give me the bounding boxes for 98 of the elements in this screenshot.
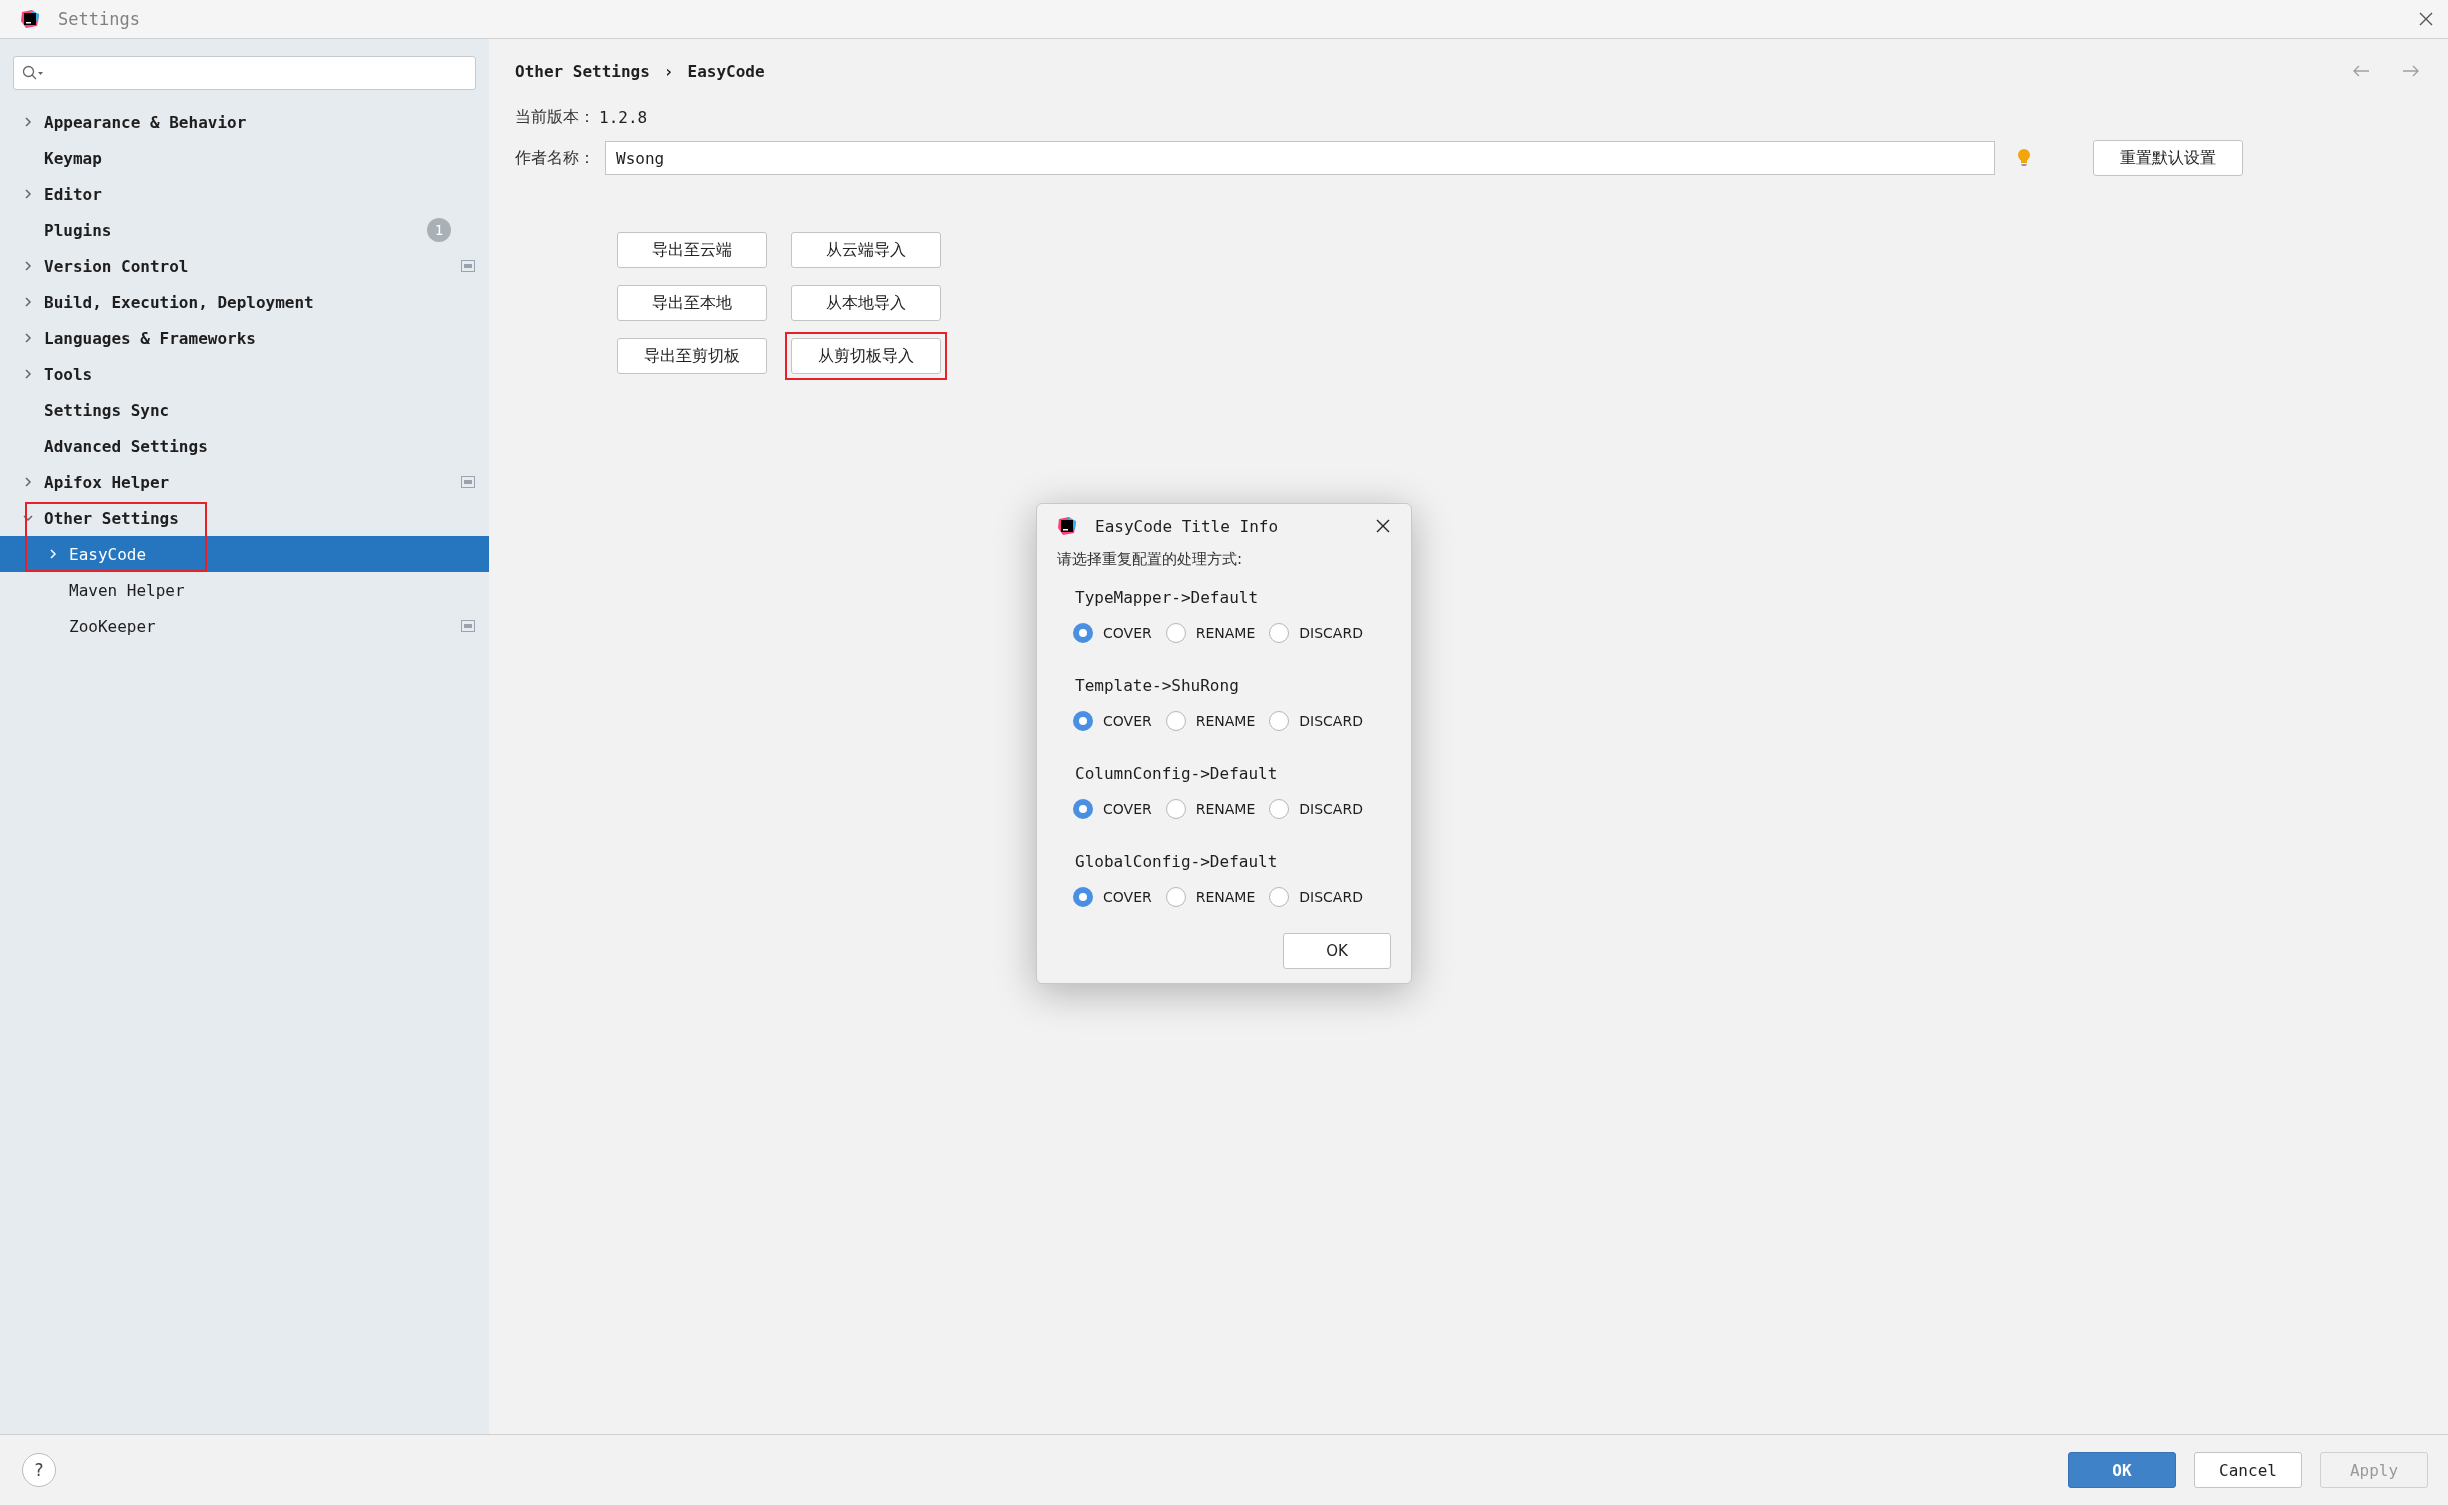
sidebar-item-label: Appearance & Behavior — [44, 112, 247, 132]
chevron-right-icon[interactable] — [22, 368, 34, 380]
update-count-badge: 1 — [427, 218, 451, 242]
search-icon — [22, 65, 44, 81]
radio-button[interactable] — [1073, 799, 1093, 819]
radio-button[interactable] — [1073, 711, 1093, 731]
sidebar-item-label: Editor — [44, 184, 102, 204]
sidebar-item-label: Tools — [44, 364, 93, 384]
radio-option[interactable]: RENAME — [1165, 799, 1256, 819]
action-button[interactable]: 从本地导入 — [791, 285, 941, 321]
breadcrumb-item: EasyCode — [687, 61, 765, 81]
window-title: Settings — [58, 9, 140, 29]
dialog-prompt: 请选择重复配置的处理方式: — [1057, 550, 1244, 569]
sidebar-item[interactable]: Maven Helper — [0, 572, 489, 608]
forward-arrow-icon[interactable] — [2402, 64, 2420, 78]
version-value: 1.2.8 — [599, 108, 648, 127]
sidebar-item-label: Advanced Settings — [44, 436, 208, 456]
radio-option[interactable]: COVER — [1073, 623, 1152, 643]
ok-button[interactable]: OK — [1283, 933, 1391, 969]
radio-button[interactable] — [1269, 799, 1290, 819]
sidebar-item[interactable]: Apifox Helper — [0, 464, 489, 500]
app-logo-icon — [1057, 516, 1077, 536]
help-button[interactable]: ? — [22, 1453, 56, 1487]
sidebar-item[interactable]: Version Control — [0, 248, 489, 284]
chevron-right-icon[interactable] — [22, 332, 34, 344]
breadcrumb-item: Other Settings — [515, 61, 650, 81]
radio-option[interactable]: DISCARD — [1269, 887, 1363, 907]
app-logo-icon — [20, 9, 40, 29]
chevron-right-icon[interactable] — [22, 476, 34, 488]
radio-button[interactable] — [1165, 623, 1186, 643]
sidebar-item[interactable]: Editor — [0, 176, 489, 212]
footer-button[interactable]: OK — [2068, 1452, 2176, 1488]
close-icon[interactable] — [2418, 11, 2434, 27]
sidebar-item-label: Languages & Frameworks — [44, 328, 256, 348]
chevron-right-icon[interactable] — [47, 548, 59, 560]
sidebar-item[interactable]: Tools — [0, 356, 489, 392]
sidebar-item-label: Other Settings — [44, 508, 179, 528]
sidebar-item-label: Settings Sync — [44, 400, 170, 420]
chevron-right-icon[interactable] — [22, 188, 34, 200]
sidebar-item[interactable]: Build, Execution, Deployment — [0, 284, 489, 320]
sidebar-item[interactable]: EasyCode — [0, 536, 489, 572]
radio-option[interactable]: DISCARD — [1269, 711, 1363, 731]
radio-button[interactable] — [1269, 711, 1290, 731]
dialog-title: EasyCode Title Info — [1095, 516, 1279, 536]
radio-option[interactable]: DISCARD — [1269, 799, 1363, 819]
sidebar-item-label: EasyCode — [69, 544, 147, 564]
breadcrumb-separator: › — [663, 61, 674, 81]
reset-defaults-button[interactable]: 重置默认设置 — [2093, 140, 2243, 176]
action-button[interactable]: 导出至剪切板 — [617, 338, 767, 374]
config-name: ColumnConfig->Default — [1075, 762, 1279, 785]
footer-button[interactable]: Cancel — [2194, 1452, 2302, 1488]
sidebar-item[interactable]: Appearance & Behavior — [0, 104, 489, 140]
radio-option[interactable]: COVER — [1073, 887, 1152, 907]
sidebar-item[interactable]: Advanced Settings — [0, 428, 489, 464]
sidebar-item[interactable]: Plugins 1 — [0, 212, 489, 248]
radio-option[interactable]: DISCARD — [1269, 623, 1363, 643]
chevron-right-icon[interactable] — [22, 260, 34, 272]
sidebar-item[interactable]: Languages & Frameworks — [0, 320, 489, 356]
action-button[interactable]: 导出至云端 — [617, 232, 767, 268]
lightbulb-icon[interactable] — [2017, 148, 2031, 168]
close-icon[interactable] — [1375, 518, 1391, 534]
radio-option[interactable]: RENAME — [1165, 623, 1256, 643]
chevron-right-icon[interactable] — [22, 296, 34, 308]
sidebar-item-label: Build, Execution, Deployment — [44, 292, 314, 312]
radio-option[interactable]: COVER — [1073, 799, 1152, 819]
back-arrow-icon[interactable] — [2352, 64, 2370, 78]
radio-button[interactable] — [1269, 887, 1290, 907]
search-field[interactable] — [13, 56, 476, 90]
radio-button[interactable] — [1073, 623, 1093, 643]
sidebar-item-label: Keymap — [44, 148, 102, 168]
sidebar-item-label: ZooKeeper — [69, 616, 156, 636]
author-name-field[interactable]: Wsong — [605, 141, 1995, 175]
sidebar-item-label: Apifox Helper — [44, 472, 170, 492]
sidebar-item[interactable]: Other Settings — [0, 500, 489, 536]
sidebar-item-label: Maven Helper — [69, 580, 185, 600]
config-name: Template->ShuRong — [1075, 674, 1240, 697]
sidebar-item-label: Version Control — [44, 256, 189, 276]
action-button[interactable]: 从剪切板导入 — [791, 338, 941, 374]
sidebar-item[interactable]: ZooKeeper — [0, 608, 489, 644]
sidebar-item[interactable]: Keymap — [0, 140, 489, 176]
version-label: 当前版本： — [515, 107, 595, 128]
config-name: TypeMapper->Default — [1075, 586, 1260, 609]
sidebar-item-label: Plugins — [44, 220, 112, 240]
config-name: GlobalConfig->Default — [1075, 850, 1279, 873]
radio-option[interactable]: RENAME — [1165, 711, 1256, 731]
radio-button[interactable] — [1165, 711, 1186, 731]
radio-button[interactable] — [1073, 887, 1093, 907]
radio-button[interactable] — [1165, 799, 1186, 819]
chevron-right-icon[interactable] — [22, 116, 34, 128]
radio-option[interactable]: COVER — [1073, 711, 1152, 731]
radio-button[interactable] — [1269, 623, 1290, 643]
sidebar-item[interactable]: Settings Sync — [0, 392, 489, 428]
author-label: 作者名称： — [515, 147, 595, 169]
action-button[interactable]: 从云端导入 — [791, 232, 941, 268]
radio-button[interactable] — [1165, 887, 1186, 907]
radio-option[interactable]: RENAME — [1165, 887, 1256, 907]
chevron-down-icon[interactable] — [22, 512, 34, 524]
action-button[interactable]: 导出至本地 — [617, 285, 767, 321]
